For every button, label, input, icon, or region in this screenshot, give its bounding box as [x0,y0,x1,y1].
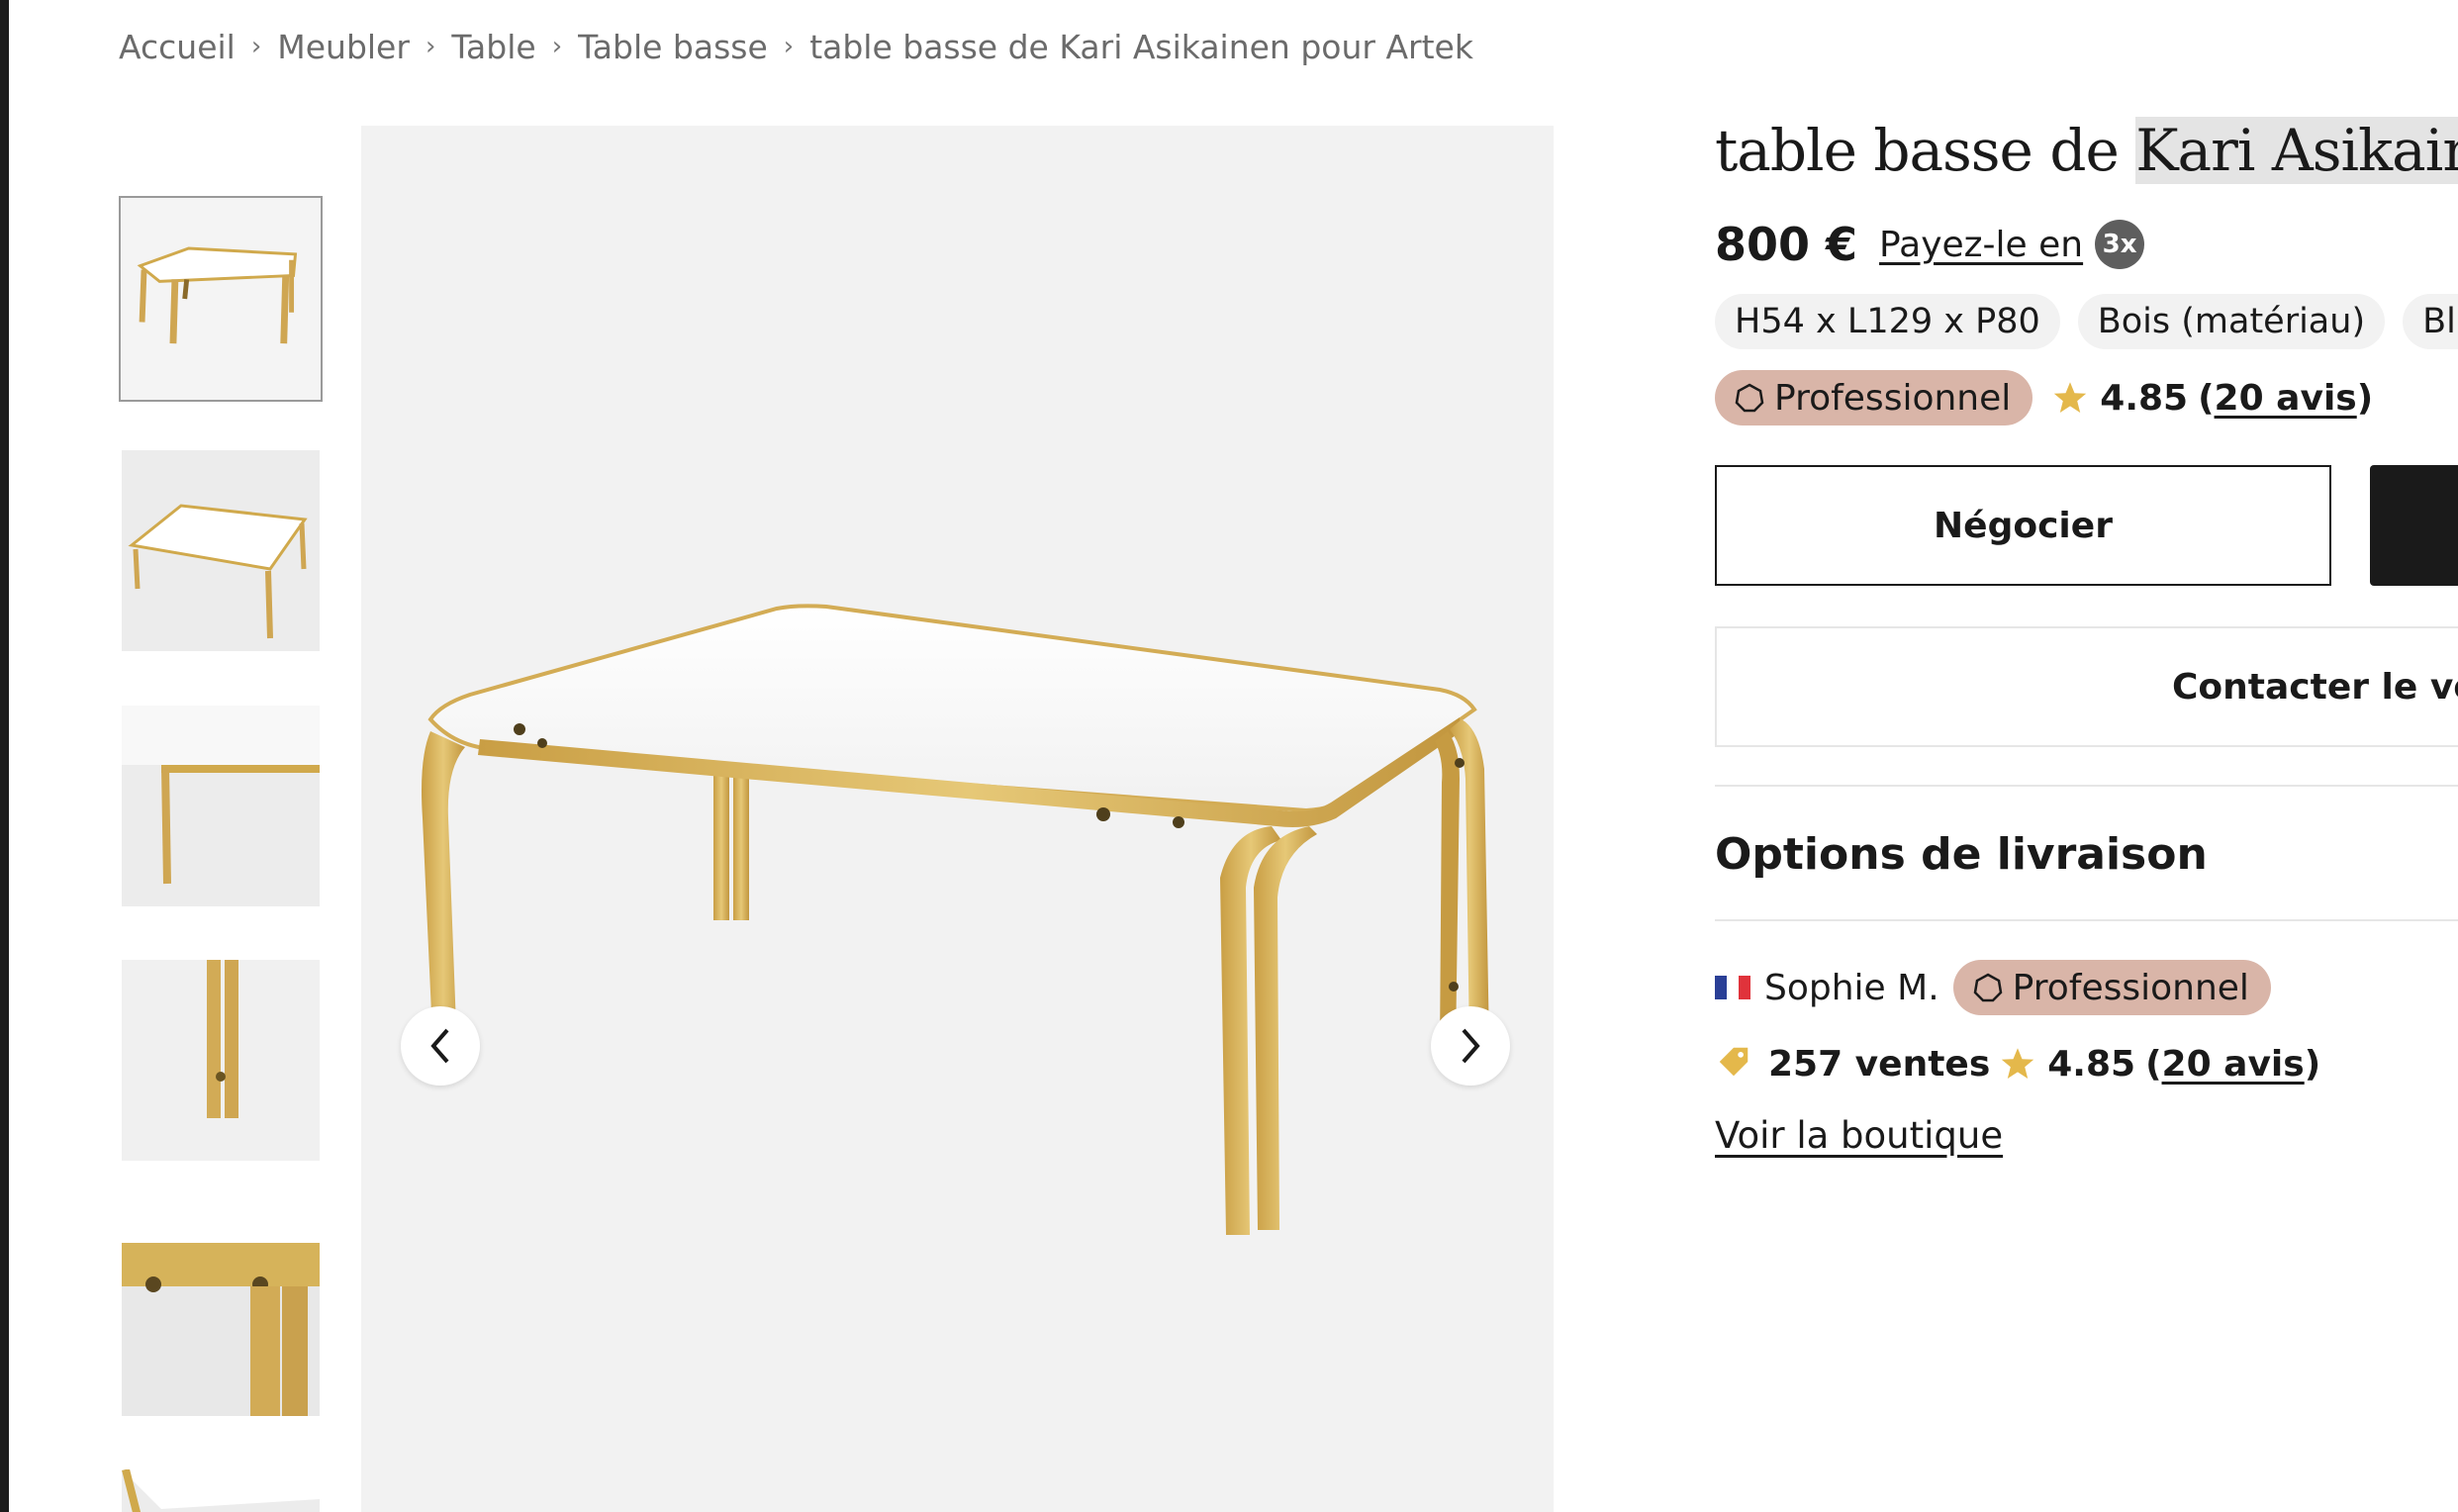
reviews-link[interactable]: 20 avis [2215,378,2357,419]
thumbnail-5[interactable] [122,1215,320,1416]
chevron-right-icon: › [425,32,436,61]
reviews-paren-open: ( [2198,377,2215,419]
previous-image-button[interactable] [401,1006,480,1086]
window-edge [0,0,9,1512]
france-flag-icon [1715,976,1750,999]
thumbnail-3[interactable] [122,706,320,906]
thumbnail-4[interactable] [122,960,320,1161]
product-photo [422,604,1489,1235]
installment-badge: 3x [2095,220,2145,269]
badge-outline-icon [1735,383,1764,413]
divider [1715,785,2458,787]
seller-professional-badge: Professionnel [1952,960,2271,1015]
seller-sales-count: 257 ventes [1768,1043,1991,1085]
title-text-start: table basse de [1715,117,2136,184]
thumbnail-image [122,450,320,651]
breadcrumb-meubler[interactable]: Meubler [277,28,410,66]
buy-button[interactable] [2370,465,2458,586]
chevron-right-icon: › [551,32,563,61]
product-info-panel: table basse de Kari Asikainen p 800 € Pa… [1715,0,2458,1512]
thumbnail-image [122,706,320,906]
installment-link[interactable]: Payez-le en [1879,225,2083,265]
title-highlight: Kari Asikainen [2135,117,2458,184]
chevron-left-icon [430,1028,449,1064]
attribute-chip-color[interactable]: Blan [2403,294,2458,349]
breadcrumb-current: table basse de Kari Asikainen pour Artek [809,27,1473,66]
seller-name[interactable]: Sophie M. [1764,968,1939,1008]
seller-rating: 4.85 (20 avis) [2000,1044,2320,1085]
seller-stats-row: 257 ventes 4.85 (20 avis) [1715,1043,2320,1085]
badge-outline-icon [1973,973,2003,1002]
seller-professional-label: Professionnel [2012,967,2249,1008]
thumbnail-6[interactable] [122,1469,320,1512]
star-icon [2052,380,2088,416]
seller-reviews-paren-open: ( [2145,1043,2162,1085]
seller-reviews-paren-close: ) [2304,1043,2321,1085]
chevron-right-icon: › [783,32,795,61]
thumbnail-2[interactable] [122,450,320,651]
seller-type-rating-row: Professionnel 4.85 (20 avis) [1715,370,2373,425]
price-row: 800 € Payez-le en 3x [1715,218,2145,271]
product-main-image [361,126,1554,1512]
product-price: 800 € [1715,218,1858,271]
seller-reviews-link[interactable]: 20 avis [2162,1044,2305,1085]
chevron-right-icon: › [250,32,262,61]
view-shop-link[interactable]: Voir la boutique [1715,1114,2003,1157]
thumbnail-1[interactable] [119,196,323,402]
attribute-chips: H54 x L129 x P80 Bois (matériau) Blan [1715,294,2458,349]
thumbnail-image [122,1215,320,1416]
delivery-options-header[interactable]: Options de livraison [1715,829,2208,880]
rating-value: 4.85 [2100,377,2189,419]
breadcrumb-table-basse[interactable]: Table basse [578,28,768,66]
negotiate-button[interactable]: Négocier [1715,465,2331,586]
product-rating: 4.85 (20 avis) [2052,378,2373,419]
professional-badge: Professionnel [1715,370,2033,425]
attribute-chip-dimensions[interactable]: H54 x L129 x P80 [1715,294,2060,349]
price-tag-icon [1715,1043,1752,1085]
seller-row: Sophie M. Professionnel [1715,960,2271,1015]
star-icon [2000,1046,2035,1082]
thumbnail-image [122,960,320,1161]
product-title: table basse de Kari Asikainen p [1715,117,2458,184]
chevron-right-icon [1462,1028,1480,1064]
breadcrumb: Accueil › Meubler › Table › Table basse … [119,26,1473,67]
thumbnail-image [121,198,321,400]
professional-badge-label: Professionnel [1774,377,2012,419]
contact-seller-button[interactable]: Contacter le vend [1715,626,2458,747]
reviews-paren-close: ) [2356,377,2374,419]
divider [1715,919,2458,921]
next-image-button[interactable] [1431,1006,1510,1086]
thumbnail-image [122,1469,320,1512]
attribute-chip-material[interactable]: Bois (matériau) [2077,294,2386,349]
seller-rating-value: 4.85 [2047,1043,2136,1085]
breadcrumb-table[interactable]: Table [451,28,535,66]
breadcrumb-accueil[interactable]: Accueil [119,28,236,66]
